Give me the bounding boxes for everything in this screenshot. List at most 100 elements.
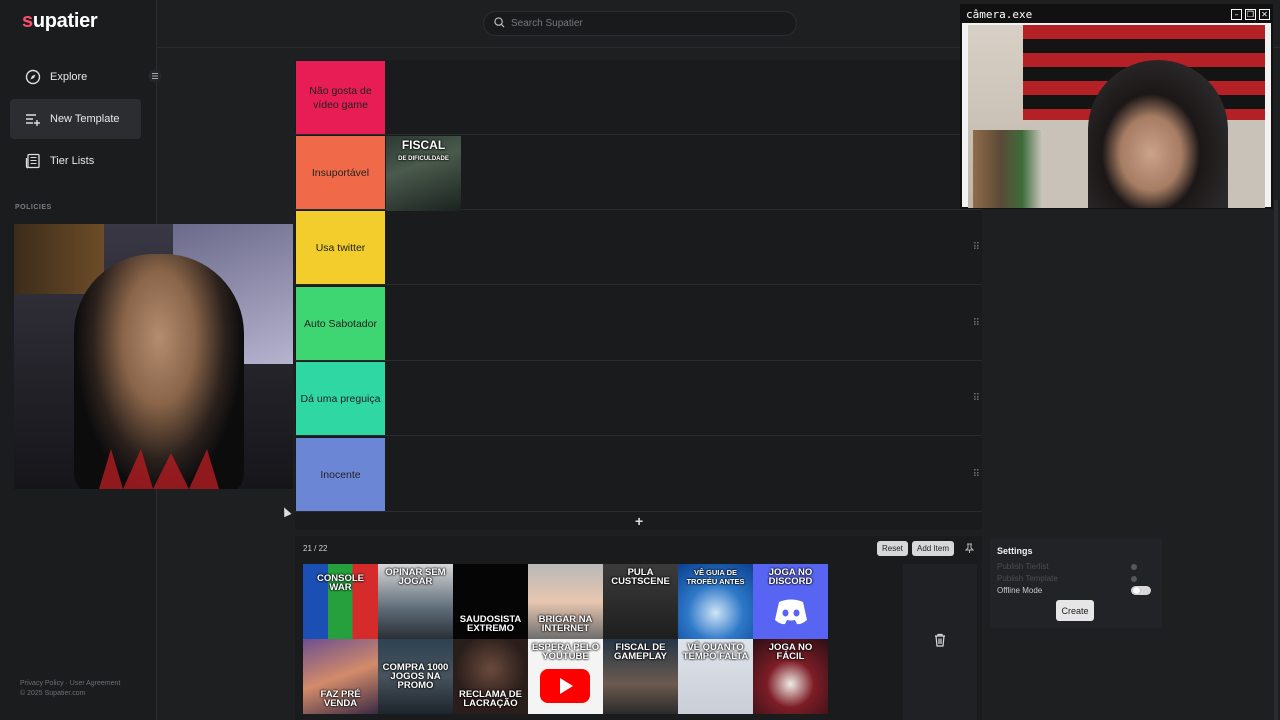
pool-item-card[interactable]: FISCAL DE GAMEPLAY [603, 639, 678, 714]
create-button[interactable]: Create [1056, 600, 1094, 621]
setting-label: Publish Template [997, 574, 1058, 583]
setting-label: Offline Mode [997, 586, 1043, 595]
drag-handle-icon[interactable]: ⠿ [973, 393, 980, 404]
tier-row[interactable]: Usa twitter ⠿ [295, 210, 982, 285]
pool-item-card[interactable]: COMPRA 1000 JOGOS NA PROMO [378, 639, 453, 714]
item-caption: PULA CUSTSCENE [611, 567, 670, 587]
tier-item-card[interactable]: FISCAL DE DIFICULDADE [386, 136, 461, 211]
copyright-text: © 2025 Supatier.com [20, 690, 86, 697]
item-caption: JOGA NO FÁCIL [768, 642, 813, 662]
item-caption: VÊ GUIA DE TROFÉU ANTES [686, 568, 745, 586]
trash-icon[interactable] [934, 633, 946, 652]
tier-label[interactable]: Não gosta de vídeo game [296, 61, 385, 134]
maximize-icon[interactable]: ❐ [1245, 9, 1256, 20]
pool-item-card[interactable]: OPINAR SEM JOGAR [378, 564, 453, 639]
tier-label[interactable]: Inocente [296, 438, 385, 511]
tier-items-zone[interactable]: FISCAL DE DIFICULDADE [386, 136, 461, 211]
list-plus-icon [24, 110, 42, 128]
camera-window: câmera.exe – ❐ ✕ [960, 4, 1273, 209]
app-logo[interactable]: supatier [22, 10, 98, 33]
item-pool: 21 / 22 Reset Add Item CONSOLE WAR OPINA… [295, 536, 982, 720]
drag-handle-icon[interactable]: ⠿ [973, 242, 980, 253]
sidebar-item-label: New Template [50, 113, 120, 125]
pool-item-card[interactable]: JOGA NO FÁCIL [753, 639, 828, 714]
add-item-button[interactable]: Add Item [912, 541, 955, 556]
item-caption: ESPERA PELO YOUTUBE [531, 642, 600, 662]
sidebar-item-label: Tier Lists [50, 155, 95, 167]
tier-board: Não gosta de vídeo game Insuportável FIS… [295, 60, 982, 530]
settings-title: Settings [997, 546, 1033, 556]
item-caption: RECLAMA DE LACRAÇÃO [459, 689, 522, 709]
item-caption: FISCAL DE GAMEPLAY [614, 642, 667, 662]
sidebar-item-tier-lists[interactable]: Tier Lists [10, 141, 141, 181]
minimize-icon[interactable]: – [1231, 9, 1242, 20]
reset-button[interactable]: Reset [877, 541, 908, 556]
drag-handle-icon[interactable]: ⠿ [973, 469, 980, 480]
offline-mode-toggle[interactable] [1131, 586, 1151, 595]
item-caption: COMPRA 1000 JOGOS NA PROMO [382, 662, 449, 691]
sidebar-item-label: Explore [50, 71, 88, 83]
camera-feed [968, 25, 1265, 208]
settings-panel: Settings Publish Tierlist Publish Templa… [990, 538, 1162, 628]
pool-item-card[interactable]: RECLAMA DE LACRAÇÃO [453, 639, 528, 714]
discord-logo-icon [775, 599, 807, 625]
pool-grid: CONSOLE WAR OPINAR SEM JOGAR SAUDOSISTA … [303, 564, 829, 714]
close-icon[interactable]: ✕ [1259, 9, 1270, 20]
tier-row[interactable]: Não gosta de vídeo game [295, 60, 982, 135]
pool-item-card[interactable]: BRIGAR NA INTERNET [528, 564, 603, 639]
item-caption: OPINAR SEM JOGAR [385, 567, 446, 587]
tier-label[interactable]: Dá uma preguiça [296, 362, 385, 435]
setting-label: Publish Tierlist [997, 562, 1049, 571]
tier-row[interactable]: Auto Sabotador ⠿ [295, 286, 982, 361]
compass-icon [24, 68, 42, 86]
item-caption: JOGA NO DISCORD [768, 567, 813, 587]
pool-item-card[interactable]: VÊ GUIA DE TROFÉU ANTES [678, 564, 753, 639]
sidebar-item-explore[interactable]: Explore [10, 57, 141, 97]
add-tier-button[interactable]: + [635, 513, 643, 529]
pin-icon[interactable] [964, 543, 975, 555]
item-caption: CONSOLE WAR [317, 573, 364, 593]
setting-publish-template[interactable]: Publish Template [997, 574, 1155, 583]
camera-window-title: câmera.exe [962, 6, 1271, 23]
pool-item-card[interactable]: JOGA NO DISCORD [753, 564, 828, 639]
page-scrollbar[interactable] [1274, 200, 1278, 720]
logo-text: upatier [32, 10, 98, 32]
tier-row[interactable]: Inocente ⠿ [295, 437, 982, 512]
search-bar[interactable] [483, 11, 797, 36]
mouse-cursor [280, 505, 292, 518]
pool-item-card[interactable]: ESPERA PELO YOUTUBE [528, 639, 603, 714]
logo-accent-letter: s [22, 10, 33, 32]
item-caption: FAZ PRÉ VENDA [320, 689, 361, 709]
item-caption: SAUDOSISTA EXTREMO [459, 614, 522, 634]
tier-label[interactable]: Insuportável [296, 136, 385, 209]
setting-publish-tierlist[interactable]: Publish Tierlist [997, 562, 1155, 571]
disabled-toggle[interactable] [1131, 563, 1137, 570]
item-caption: BRIGAR NA INTERNET [538, 614, 593, 634]
tier-label[interactable]: Auto Sabotador [296, 287, 385, 360]
tier-label[interactable]: Usa twitter [296, 211, 385, 284]
item-caption: FISCAL DE DIFICULDADE [398, 138, 449, 162]
setting-offline-mode[interactable]: Offline Mode [997, 586, 1155, 595]
pool-item-card[interactable]: SAUDOSISTA EXTREMO [453, 564, 528, 639]
item-count: 21 / 22 [303, 544, 328, 553]
pool-item-card[interactable]: CONSOLE WAR [303, 564, 378, 639]
item-caption: VÊ QUANTO TEMPO FALTA [682, 642, 749, 662]
drag-handle-icon[interactable]: ⠿ [973, 318, 980, 329]
search-icon [494, 15, 505, 33]
section-label-policies: POLICIES [15, 204, 52, 211]
search-input[interactable] [511, 18, 781, 29]
tier-row[interactable]: Insuportável FISCAL DE DIFICULDADE [295, 135, 982, 211]
tier-row[interactable]: Dá uma preguiça ⠿ [295, 361, 982, 436]
sidebar-item-new-template[interactable]: New Template [10, 99, 141, 139]
pool-item-card[interactable]: VÊ QUANTO TEMPO FALTA [678, 639, 753, 714]
newspaper-icon [24, 152, 42, 170]
pool-item-card[interactable]: FAZ PRÉ VENDA [303, 639, 378, 714]
streamer-webcam-overlay [14, 224, 293, 489]
collapse-menu-icon[interactable] [148, 69, 164, 85]
pool-item-card[interactable]: PULA CUSTSCENE [603, 564, 678, 639]
delete-drop-zone[interactable] [903, 564, 977, 720]
youtube-logo-icon [540, 669, 590, 703]
footer-policy-links[interactable]: Privacy Policy · User Agreement [20, 679, 120, 689]
footer: Privacy Policy · User Agreement © 2025 S… [20, 679, 120, 699]
disabled-toggle[interactable] [1131, 575, 1137, 582]
